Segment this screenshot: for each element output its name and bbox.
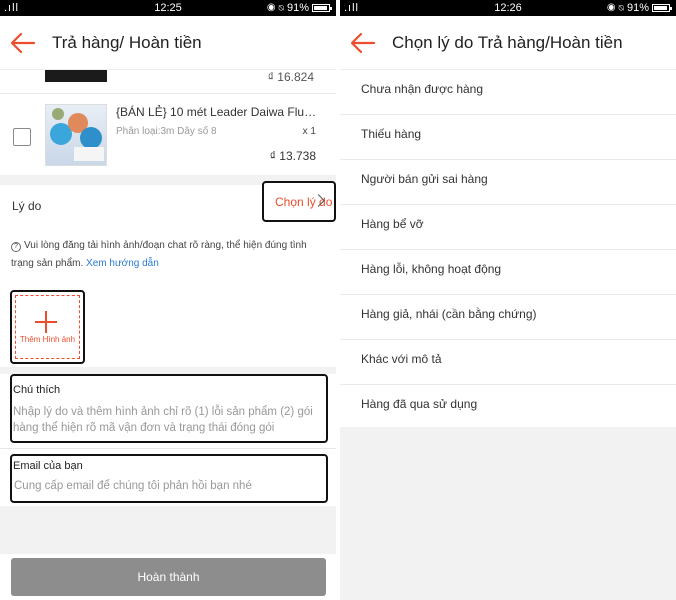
reason-option[interactable]: Thiếu hàng — [340, 115, 676, 160]
product-quantity: x 1 — [302, 126, 316, 137]
alarm-icon: ⍉ — [618, 3, 624, 13]
product-image — [45, 104, 107, 166]
battery-icon — [652, 4, 672, 12]
divider — [0, 93, 336, 94]
note-field[interactable]: Chú thích Nhập lý do và thêm hình ảnh ch… — [10, 374, 328, 443]
app-header: Trả hàng/ Hoàn tiền — [0, 16, 336, 70]
reason-option[interactable]: Hàng đã qua sử dụng — [340, 385, 676, 427]
reason-option[interactable]: Hàng giả, nhái (cần bằng chứng) — [340, 295, 676, 340]
reason-option[interactable]: Chưa nhận được hàng — [340, 70, 676, 115]
guide-link[interactable]: Xem hướng dẫn — [86, 258, 159, 269]
divider — [0, 448, 336, 449]
choose-reason-button[interactable]: Chọn lý do — [262, 181, 336, 222]
email-field-placeholder: Cung cấp email để chúng tôi phản hồi bạn… — [14, 480, 252, 492]
eye-icon: ◉ — [266, 2, 276, 13]
note-field-placeholder: Nhập lý do và thêm hình ảnh chỉ rõ (1) l… — [13, 406, 313, 434]
return-request-screen: .ıll 12:25 ◉ ⍉ 91% Trả hàng/ Hoàn tiền ₫… — [0, 0, 336, 600]
email-field[interactable]: Email của bạn Cung cấp email để chúng tô… — [10, 454, 328, 503]
product-thumbnail — [45, 70, 107, 82]
add-image-label: Thêm Hình ảnh — [19, 335, 76, 344]
reason-option[interactable]: Người bán gửi sai hàng — [340, 160, 676, 205]
choose-reason-screen: .ıll 12:26 ◉ ⍉ 91% Chọn lý do Trả hàng/H… — [340, 0, 676, 600]
upload-notice: ? Vui lòng đăng tải hình ảnh/đoạn chat rõ… — [11, 237, 311, 273]
battery-percent: 91% — [626, 2, 649, 14]
complete-button[interactable]: Hoàn thành — [11, 558, 326, 596]
alarm-icon: ⍉ — [278, 3, 284, 13]
reason-option[interactable]: Hàng bể vỡ — [340, 205, 676, 250]
product-name: {BÁN LẺ} 10 mét Leader Daiwa Fluor... — [116, 105, 321, 119]
product-price: ₫ 16.824 — [267, 70, 314, 84]
status-bar: .ıll 12:26 ◉ ⍉ 91% — [340, 0, 676, 16]
reason-list: Chưa nhận được hàng Thiếu hàng Người bán… — [340, 70, 676, 427]
back-arrow-icon[interactable] — [10, 32, 36, 54]
reason-label: Lý do — [12, 199, 42, 213]
eye-icon: ◉ — [606, 2, 616, 13]
question-icon: ? — [11, 242, 21, 252]
back-arrow-icon[interactable] — [350, 32, 376, 54]
battery-icon — [312, 4, 332, 12]
choose-reason-label: Chọn lý do — [275, 195, 333, 209]
app-header: Chọn lý do Trả hàng/Hoàn tiền — [340, 16, 676, 70]
footer-gap — [0, 506, 336, 554]
email-field-label: Email của bạn — [13, 460, 83, 472]
page-title: Trả hàng/ Hoàn tiền — [52, 33, 202, 52]
product-price: ₫ 13.738 — [269, 149, 316, 163]
note-field-label: Chú thích — [13, 384, 61, 396]
add-image-button[interactable]: Thêm Hình ảnh — [10, 290, 85, 364]
product-row: {BÁN LẺ} 10 mét Leader Daiwa Fluor... Ph… — [0, 95, 336, 175]
previous-product-row: ₫ 16.824 — [0, 70, 336, 92]
page-title: Chọn lý do Trả hàng/Hoàn tiền — [392, 33, 623, 52]
reason-option[interactable]: Khác với mô tả — [340, 340, 676, 385]
section-gap — [0, 367, 336, 374]
product-checkbox[interactable] — [13, 128, 31, 146]
product-variant: Phân loại:3m Dây số 8 — [116, 126, 217, 137]
battery-percent: 91% — [286, 2, 309, 14]
reason-option[interactable]: Hàng lỗi, không hoạt động — [340, 250, 676, 295]
status-bar: .ıll 12:25 ◉ ⍉ 91% — [0, 0, 336, 16]
